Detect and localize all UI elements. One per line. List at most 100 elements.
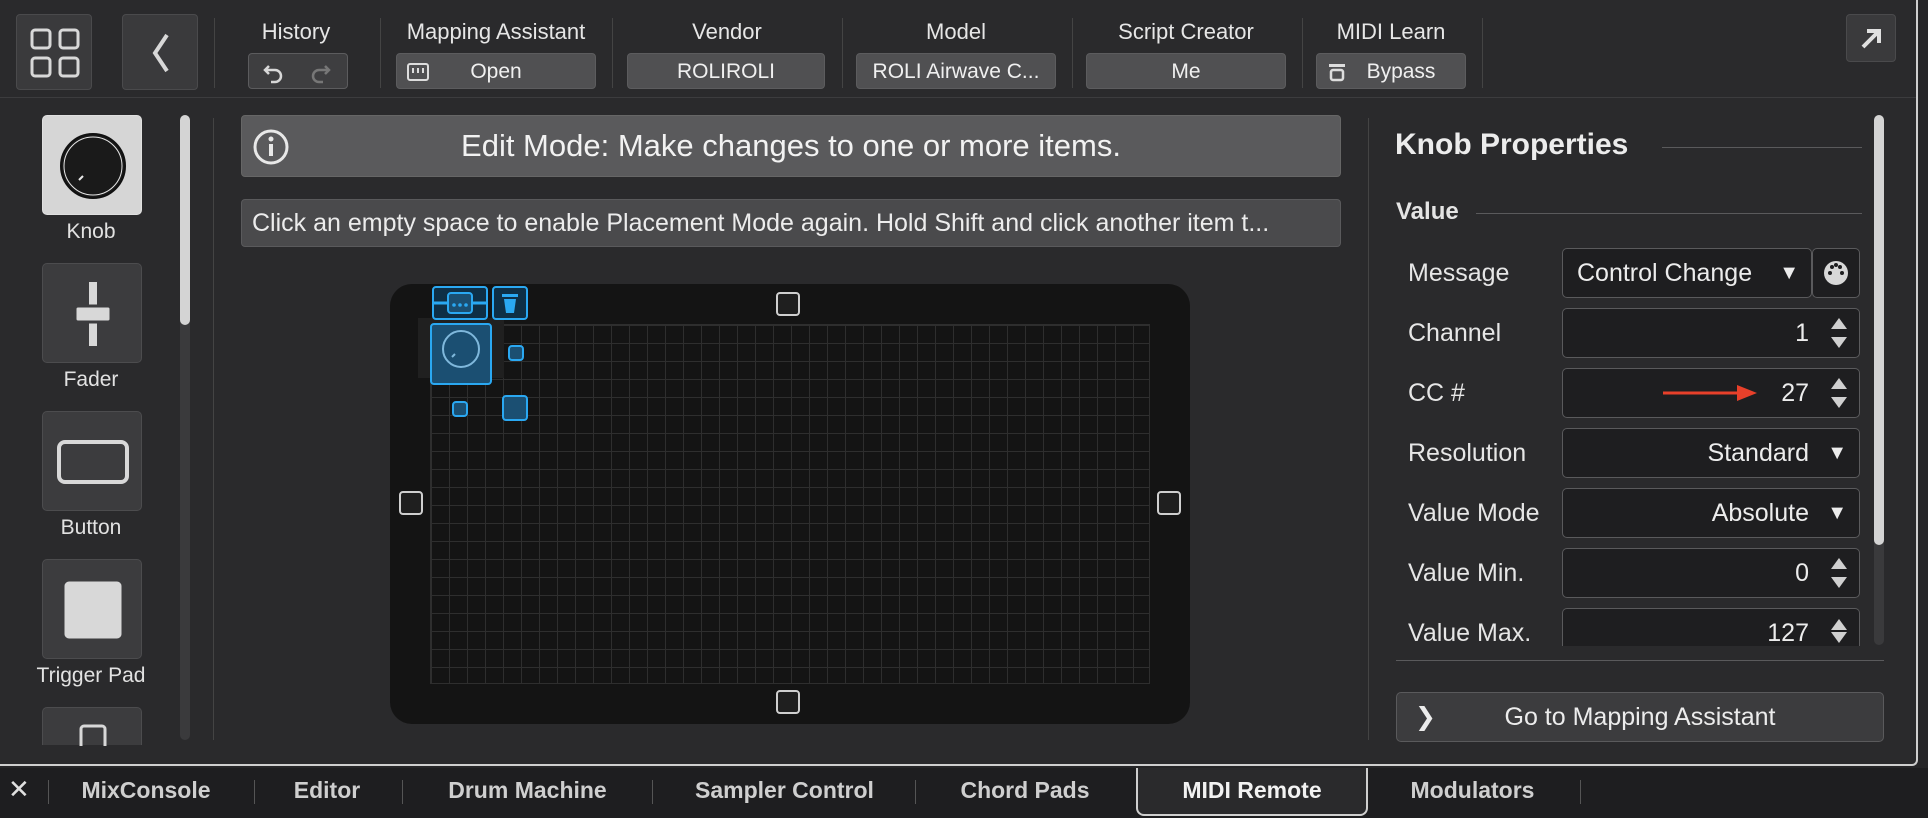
- edit-mode-banner: Edit Mode: Make changes to one or more i…: [241, 115, 1341, 177]
- midi-port-icon: [1824, 261, 1848, 285]
- tab-mixconsole[interactable]: MixConsole: [56, 768, 236, 816]
- chevron-left-icon: [152, 33, 169, 73]
- close-icon[interactable]: ✕: [8, 774, 30, 805]
- model-group: Model: [856, 20, 1056, 46]
- tab-drum-machine[interactable]: Drum Machine: [410, 768, 645, 816]
- channel-value: 1: [1795, 319, 1809, 347]
- ellipsis-icon: [434, 292, 486, 314]
- back-button[interactable]: [122, 14, 198, 90]
- value-mode-label: Value Mode: [1408, 499, 1540, 527]
- grid-icon: [30, 28, 80, 78]
- knob-resize-handle-corner[interactable]: [502, 395, 528, 421]
- value-max-label: Value Max.: [1408, 619, 1532, 647]
- value-max-stepper[interactable]: 127: [1562, 608, 1860, 647]
- channel-label: Channel: [1408, 319, 1502, 347]
- message-label: Message: [1408, 259, 1510, 287]
- palette-knob[interactable]: [42, 115, 142, 215]
- palette-more-item[interactable]: [42, 707, 142, 752]
- chevron-right-icon: ❯: [1415, 703, 1436, 731]
- tab-midi-remote[interactable]: MIDI Remote: [1136, 768, 1368, 816]
- stepper-arrows-icon[interactable]: [1831, 318, 1847, 348]
- mapping-open-button[interactable]: Open: [396, 53, 596, 89]
- value-min-label: Value Min.: [1408, 559, 1525, 587]
- redo-icon[interactable]: [309, 60, 333, 84]
- stepper-arrows-icon[interactable]: [1831, 558, 1847, 588]
- grid-view-button[interactable]: [16, 14, 92, 90]
- tab-editor[interactable]: Editor: [262, 768, 392, 816]
- resize-handle-left[interactable]: [399, 491, 423, 515]
- model-field[interactable]: ROLI Airwave C...: [856, 53, 1056, 89]
- mapping-group: Mapping Assistant: [396, 20, 596, 46]
- knob-resize-handle-right[interactable]: [508, 345, 524, 361]
- script-group: Script Creator: [1086, 20, 1286, 46]
- knob-icon: [442, 330, 480, 368]
- go-to-mapping-assistant-button[interactable]: ❯ Go to Mapping Assistant: [1396, 692, 1884, 742]
- bottom-tab-bar: ✕ MixConsole Editor Drum Machine Sampler…: [0, 768, 1928, 818]
- message-value: Control Change: [1577, 259, 1753, 287]
- properties-scrollbar[interactable]: [1874, 115, 1884, 645]
- palette-button[interactable]: [42, 411, 142, 511]
- history-controls: [248, 53, 348, 89]
- undo-icon[interactable]: [261, 60, 285, 84]
- tab-modulators[interactable]: Modulators: [1380, 768, 1565, 816]
- script-creator-field[interactable]: Me: [1086, 53, 1286, 89]
- script-creator-label: Script Creator: [1118, 19, 1254, 44]
- tab-sampler-control[interactable]: Sampler Control: [662, 768, 907, 816]
- value-section-title: Value: [1396, 198, 1459, 225]
- resize-handle-bottom[interactable]: [776, 690, 800, 714]
- palette-scrollbar[interactable]: [180, 115, 190, 740]
- trigger-pad-icon: [61, 578, 125, 642]
- app-window: History Mapping Assistant Open Vendor RO…: [0, 0, 1928, 818]
- palette-button-label: Button: [60, 516, 122, 539]
- go-to-mapping-label: Go to Mapping Assistant: [1504, 703, 1776, 731]
- canvas-grid: [430, 324, 1150, 684]
- resize-handle-top[interactable]: [776, 292, 800, 316]
- bypass-button[interactable]: Bypass: [1316, 53, 1466, 89]
- knob-resize-handle-bottom[interactable]: [452, 401, 468, 417]
- cc-number-label: CC #: [1408, 379, 1465, 407]
- vendor-field[interactable]: ROLIROLI: [627, 53, 825, 89]
- element-settings-button[interactable]: [432, 286, 488, 320]
- midi-learn-label: MIDI Learn: [1336, 19, 1446, 44]
- chevron-down-icon: ▼: [1779, 262, 1799, 284]
- delete-element-button[interactable]: [492, 286, 528, 320]
- surface-canvas[interactable]: [390, 284, 1190, 724]
- palette-knob-label: Knob: [66, 220, 116, 243]
- midi-port-button[interactable]: [1812, 248, 1860, 298]
- cc-number-stepper[interactable]: 27: [1562, 368, 1860, 418]
- vendor-label: Vendor: [692, 19, 762, 44]
- palette-fader[interactable]: [42, 263, 142, 363]
- bypass-icon: [1329, 64, 1345, 82]
- channel-stepper[interactable]: 1: [1562, 308, 1860, 358]
- expand-button[interactable]: [1846, 14, 1896, 62]
- edit-mode-text: Edit Mode: Make changes to one or more i…: [461, 128, 1121, 163]
- value-mode-value: Absolute: [1711, 499, 1809, 527]
- button-icon: [57, 440, 129, 484]
- value-max-value: 127: [1767, 619, 1809, 647]
- stepper-arrows-icon[interactable]: [1831, 619, 1847, 643]
- palette-trigger-pad-label: Trigger Pad: [36, 664, 146, 687]
- red-arrow-icon: [1663, 385, 1757, 401]
- value-mode-select[interactable]: Absolute ▼: [1562, 488, 1860, 538]
- value-min-stepper[interactable]: 0: [1562, 548, 1860, 598]
- message-select[interactable]: Control Change ▼: [1562, 248, 1812, 298]
- value-min-value: 0: [1795, 559, 1809, 587]
- midi-remote-frame: History Mapping Assistant Open Vendor RO…: [0, 0, 1918, 766]
- stepper-arrows-icon[interactable]: [1831, 378, 1847, 408]
- knob-icon: [60, 133, 126, 199]
- properties-title: Knob Properties: [1395, 128, 1629, 161]
- model-label: Model: [926, 19, 986, 44]
- resize-handle-right[interactable]: [1157, 491, 1181, 515]
- midi-learn-group: MIDI Learn: [1316, 20, 1466, 46]
- palette-trigger-pad[interactable]: [42, 559, 142, 659]
- tab-chord-pads[interactable]: Chord Pads: [925, 768, 1125, 816]
- resolution-label: Resolution: [1408, 439, 1527, 467]
- fader-icon: [73, 282, 113, 346]
- resolution-select[interactable]: Standard ▼: [1562, 428, 1860, 478]
- vendor-group: Vendor: [627, 20, 827, 46]
- toolbar: History Mapping Assistant Open Vendor RO…: [0, 0, 1916, 98]
- chevron-down-icon: ▼: [1827, 442, 1847, 464]
- selected-knob[interactable]: [430, 323, 492, 385]
- history-label: History: [261, 19, 331, 44]
- keyboard-icon: [407, 63, 429, 81]
